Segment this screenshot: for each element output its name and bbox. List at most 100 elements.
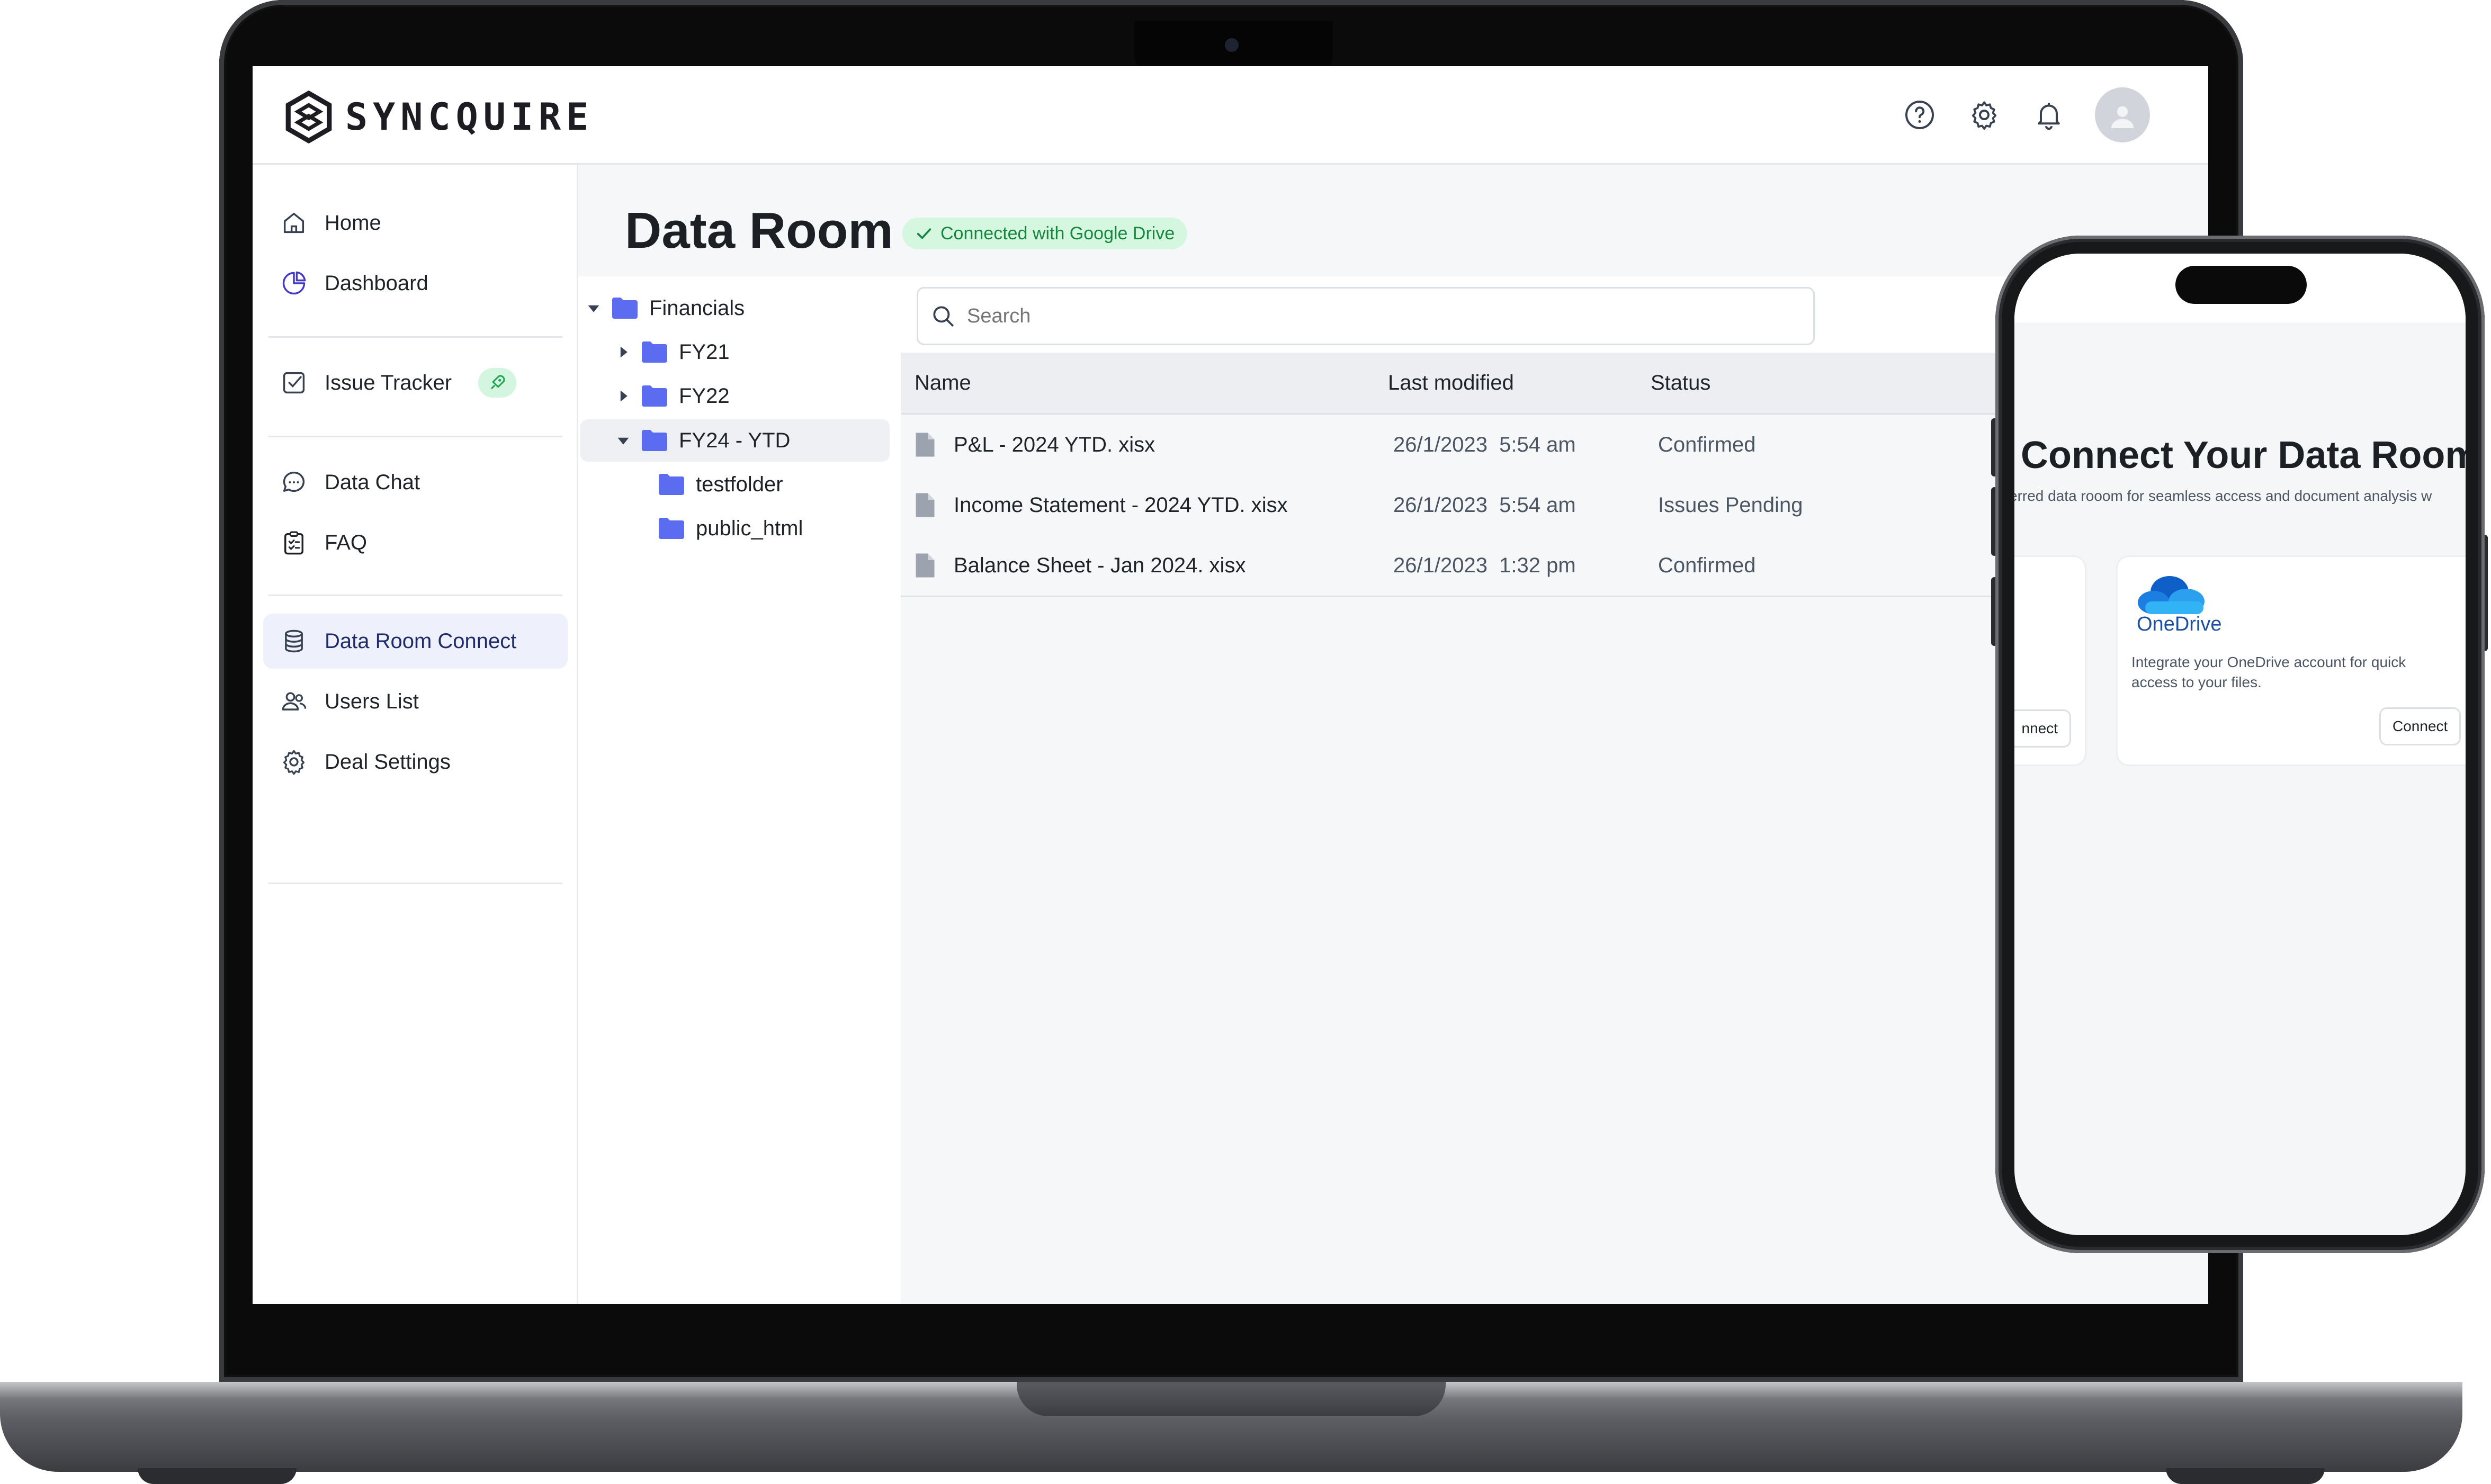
caret-right-icon[interactable] (615, 344, 631, 360)
camera-icon (1225, 38, 1239, 52)
tree-item-public-html[interactable]: public_html (648, 507, 892, 550)
sidebar-item-label: Dashboard (325, 271, 428, 295)
home-icon (279, 208, 309, 238)
caret-down-icon[interactable] (586, 300, 602, 316)
onedrive-name: OneDrive (2137, 613, 2222, 635)
sidebar-divider (268, 595, 562, 596)
caret-right-icon[interactable] (615, 388, 631, 404)
folder-icon (642, 430, 667, 451)
clipboard-icon (279, 528, 309, 557)
onedrive-card: OneDrive Integrate your OneDrive account… (2116, 555, 2466, 766)
file-status: Confirmed (1658, 433, 1756, 456)
column-header-status[interactable]: Status (1651, 371, 1710, 395)
column-header-name[interactable]: Name (915, 371, 971, 395)
tree-item-label: FY24 - YTD (679, 428, 791, 452)
file-status: Confirmed (1658, 553, 1756, 577)
onedrive-connect-button[interactable]: Connect (2379, 707, 2461, 745)
sidebar: Home Dashboard Issue Tracker Data Chat F… (253, 165, 578, 1304)
onedrive-description-line: access to your files. (2131, 674, 2262, 690)
file-status: Issues Pending (1658, 493, 1803, 517)
settings-button[interactable] (1966, 96, 2003, 133)
sidebar-divider (268, 883, 562, 884)
folder-icon (612, 298, 638, 319)
file-modified: 26/1/2023 1:32 pm (1393, 553, 1576, 577)
tree-item-label: FY22 (679, 384, 730, 408)
cloud-icon (2138, 576, 2205, 614)
sidebar-divider (268, 436, 562, 437)
connect-button[interactable]: nnect (2014, 709, 2071, 748)
logo-text: SYNCQUIRE (345, 95, 594, 139)
caret-down-icon[interactable] (615, 433, 631, 448)
tree-item-label: testfolder (696, 472, 783, 496)
status-badge-label: Connected with Google Drive (940, 223, 1175, 244)
laptop-opening-notch (1017, 1382, 1446, 1416)
avatar[interactable] (2095, 87, 2150, 142)
search-icon (933, 306, 954, 327)
sidebar-item-label: Data Room Connect (325, 629, 517, 653)
status-badge: Connected with Google Drive (902, 218, 1188, 249)
folder-icon (642, 385, 667, 407)
page-title: Data Room (625, 202, 893, 259)
sidebar-item-label: Deal Settings (325, 750, 451, 774)
onedrive-description-line: Integrate your OneDrive account for quic… (2131, 654, 2406, 670)
sidebar-item-label: Users List (325, 689, 419, 713)
file-modified: 26/1/2023 5:54 am (1393, 433, 1576, 456)
header-actions (1901, 87, 2150, 142)
laptop-foot (138, 1468, 297, 1484)
app-header: SYNCQUIRE (253, 66, 2208, 165)
folder-tree: Financials FY21 FY22 FY24 - YTD testfold… (578, 276, 904, 1304)
sidebar-item-deal-settings[interactable]: Deal Settings (263, 734, 568, 789)
file-icon (916, 433, 935, 457)
bell-icon (2038, 103, 2060, 130)
tree-item-fy21[interactable]: FY21 (615, 331, 891, 373)
search-input[interactable] (966, 304, 1762, 328)
check-icon (917, 228, 931, 239)
tree-item-label: FY21 (679, 340, 730, 364)
sidebar-item-data-chat[interactable]: Data Chat (263, 455, 568, 510)
phone-page-subtitle: erred data rooom for seamless access and… (2014, 488, 2432, 504)
tree-item-financials[interactable]: Financials (586, 287, 893, 329)
chat-bubble-icon (279, 467, 309, 497)
file-icon (916, 493, 935, 517)
sidebar-item-faq[interactable]: FAQ (263, 515, 568, 570)
folder-icon (659, 518, 684, 539)
rocket-icon (490, 375, 505, 390)
logo[interactable]: SYNCQUIRE (282, 90, 594, 144)
phone-page-title: Connect Your Data Room (2021, 434, 2466, 476)
gear-icon (279, 747, 309, 777)
tree-item-testfolder[interactable]: testfolder (648, 463, 892, 506)
sidebar-item-users-list[interactable]: Users List (263, 674, 568, 729)
folder-icon (659, 474, 684, 495)
sidebar-item-issue-tracker[interactable]: Issue Tracker (263, 355, 568, 410)
file-name: P&L - 2024 YTD. xisx (954, 433, 1155, 456)
sidebar-item-home[interactable]: Home (263, 195, 568, 250)
user-avatar-icon (2111, 106, 2134, 128)
new-feature-badge (478, 368, 517, 398)
file-modified: 26/1/2023 5:54 am (1393, 493, 1576, 517)
laptop-screen: SYNCQUIRE Home Dashboard Issue Tracker D… (253, 66, 2208, 1304)
phone-frame: Connect Your Data Room erred data rooom … (1995, 236, 2485, 1253)
notifications-button[interactable] (2030, 96, 2067, 133)
tree-item-fy24-ytd[interactable]: FY24 - YTD (580, 419, 890, 462)
folder-icon (642, 341, 667, 363)
provider-card-partial: nnect (2014, 555, 2086, 766)
file-icon (916, 553, 935, 578)
dynamic-island (2175, 266, 2307, 304)
syncquire-logo-icon (285, 90, 332, 144)
sidebar-item-dashboard[interactable]: Dashboard (263, 256, 568, 311)
database-icon (279, 626, 309, 656)
phone-screen: Connect Your Data Room erred data rooom … (2014, 254, 2466, 1235)
column-header-last-modified[interactable]: Last modified (1388, 371, 1514, 395)
search-field[interactable] (917, 287, 1815, 345)
tree-item-fy22[interactable]: FY22 (615, 375, 891, 417)
laptop-foot (2166, 1468, 2325, 1484)
sidebar-item-label: Issue Tracker (325, 371, 452, 394)
tree-item-label: Financials (649, 296, 745, 320)
onedrive-description: Integrate your OneDrive account for quic… (2131, 652, 2466, 692)
sidebar-item-label: FAQ (325, 530, 368, 554)
sidebar-item-data-room-connect[interactable]: Data Room Connect (263, 614, 568, 669)
gear-icon (1972, 101, 1997, 130)
users-icon (279, 687, 309, 716)
help-button[interactable] (1901, 96, 1938, 133)
checkbox-icon (279, 368, 309, 398)
